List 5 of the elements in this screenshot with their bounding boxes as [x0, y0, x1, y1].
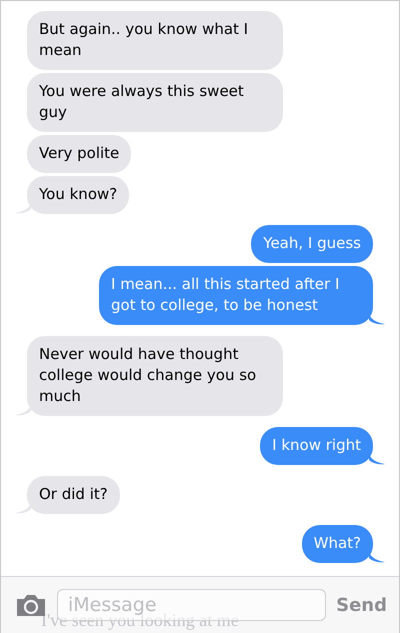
message-bubble: Yeah, I guess	[251, 225, 373, 263]
message-bubble: But again.. you know what I mean	[27, 11, 283, 70]
message-bubble: You were always this sweet guy	[27, 73, 283, 132]
message-bubble: Very polite	[27, 135, 132, 173]
send-button[interactable]: Send	[336, 594, 387, 616]
